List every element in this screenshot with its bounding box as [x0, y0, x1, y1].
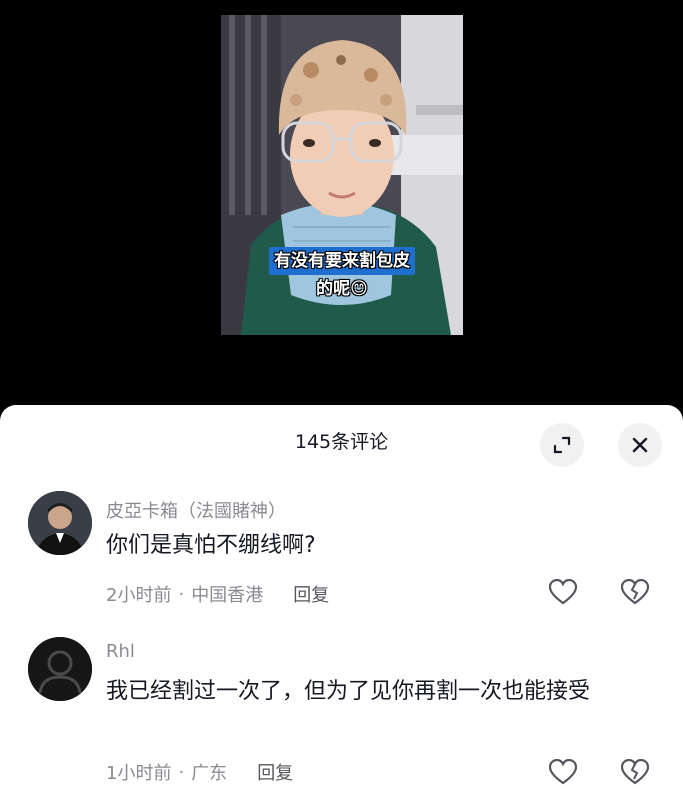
video-caption: 有没有要来割包皮 的呢😊 — [221, 247, 463, 303]
comment-meta: 2小时前 · 中国香港 回复 — [106, 581, 329, 607]
video-frame[interactable]: 有没有要来割包皮 的呢😊 — [221, 15, 463, 335]
comment-author[interactable]: 皮亞卡箱（法國賭神） — [106, 497, 286, 523]
comment-time: 1小时前 — [106, 763, 172, 784]
comment-time: 2小时前 — [106, 585, 172, 606]
expand-icon — [553, 436, 571, 454]
avatar-image — [28, 491, 92, 555]
comment-text: 我已经割过一次了，但为了见你再割一次也能接受 — [106, 679, 591, 704]
like-button[interactable] — [548, 757, 578, 787]
comment-location: 广东 — [191, 763, 228, 784]
avatar[interactable] — [28, 491, 92, 555]
like-button[interactable] — [548, 577, 578, 607]
reply-button[interactable]: 回复 — [293, 581, 329, 607]
meta-separator: · — [178, 583, 185, 605]
comment-author[interactable]: Rhl — [106, 641, 135, 662]
broken-heart-icon — [621, 759, 649, 785]
comments-sheet: 145条评论 皮亞卡箱（法國賭神） 你们是真怕不绷线啊? 2小时前 · 中国香港… — [0, 405, 683, 800]
meta-separator: · — [178, 761, 185, 783]
default-avatar-icon — [28, 637, 92, 701]
video-player[interactable]: 有没有要来割包皮 的呢😊 — [0, 0, 683, 420]
close-button[interactable] — [618, 423, 662, 467]
comment-meta: 1小时前 · 广东 回复 — [106, 759, 293, 785]
comment-location: 中国香港 — [191, 585, 264, 606]
broken-heart-icon — [621, 579, 649, 605]
comment-item: Rhl 我已经割过一次了，但为了见你再割一次也能接受 1小时前 · 广东 回复 — [0, 637, 683, 797]
dislike-button[interactable] — [620, 577, 650, 607]
comment-text: 你们是真怕不绷线啊? — [106, 533, 316, 558]
dislike-button[interactable] — [620, 757, 650, 787]
caption-line-1: 有没有要来割包皮 — [269, 247, 415, 275]
caption-line-2: 的呢😊 — [316, 279, 368, 299]
avatar[interactable] — [28, 637, 92, 701]
comment-item: 皮亞卡箱（法國賭神） 你们是真怕不绷线啊? 2小时前 · 中国香港 回复 — [0, 491, 683, 621]
close-icon — [632, 437, 648, 453]
heart-icon — [549, 759, 577, 785]
reply-button[interactable]: 回复 — [257, 759, 293, 785]
expand-button[interactable] — [540, 423, 584, 467]
heart-icon — [549, 579, 577, 605]
